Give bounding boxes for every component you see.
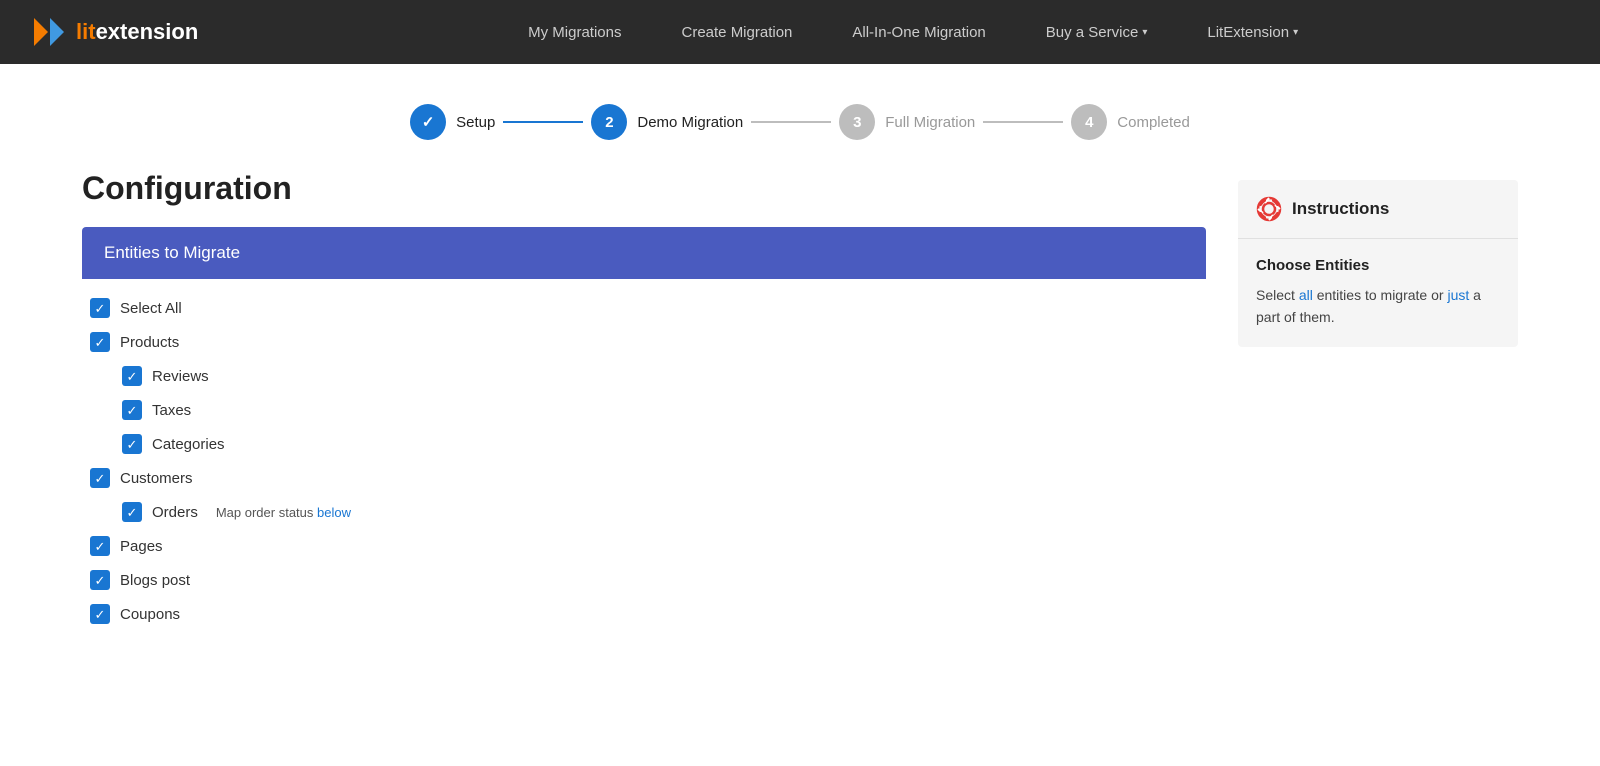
checkbox-coupons[interactable]: ✓	[90, 604, 110, 624]
highlight-all: all	[1299, 287, 1313, 303]
checkbox-products[interactable]: ✓	[90, 332, 110, 352]
step-completed: 4 Completed	[1071, 104, 1190, 140]
entity-label-categories: Categories	[152, 436, 225, 453]
check-icon: ✓	[95, 574, 106, 587]
entity-row-select-all: ✓ Select All	[82, 291, 1206, 325]
entity-label-select-all: Select All	[120, 300, 182, 317]
checkbox-customers[interactable]: ✓	[90, 468, 110, 488]
check-icon: ✓	[127, 438, 138, 451]
entity-label-reviews: Reviews	[152, 368, 209, 385]
step-circle-demo: 2	[591, 104, 627, 140]
litextension-chevron-icon: ▾	[1293, 27, 1298, 38]
checkbox-orders[interactable]: ✓	[122, 502, 142, 522]
checkbox-reviews[interactable]: ✓	[122, 366, 142, 386]
step-setup: ✓ Setup	[410, 104, 495, 140]
step-number-demo: 2	[605, 114, 613, 131]
entities-section-header: Entities to Migrate	[82, 227, 1206, 279]
entity-label-taxes: Taxes	[152, 402, 191, 419]
entity-list: ✓ Select All ✓ Products ✓ Reviews	[82, 279, 1206, 631]
nav-my-migrations[interactable]: My Migrations	[528, 24, 621, 41]
sidebar: Instructions Choose Entities Select all …	[1238, 170, 1518, 631]
entity-row-reviews: ✓ Reviews	[82, 359, 1206, 393]
check-icon: ✓	[127, 404, 138, 417]
check-icon: ✓	[127, 370, 138, 383]
logo: litextension	[32, 14, 198, 50]
step-label-full: Full Migration	[885, 114, 975, 131]
step-number-full: 3	[853, 114, 861, 131]
step-circle-setup: ✓	[410, 104, 446, 140]
instructions-subtitle: Choose Entities	[1256, 257, 1500, 274]
nav-create-migration[interactable]: Create Migration	[682, 24, 793, 41]
logo-lit: lit	[76, 19, 96, 44]
logo-text: litextension	[76, 19, 198, 45]
step-label-completed: Completed	[1117, 114, 1190, 131]
nav-buy-service[interactable]: Buy a Service ▾	[1046, 24, 1148, 41]
entity-label-products: Products	[120, 334, 179, 351]
main-nav: My Migrations Create Migration All-In-On…	[258, 24, 1568, 41]
entity-label-customers: Customers	[120, 470, 193, 487]
step-full: 3 Full Migration	[839, 104, 975, 140]
stepper: ✓ Setup 2 Demo Migration 3 Full Migratio…	[0, 64, 1600, 170]
header: litextension My Migrations Create Migrat…	[0, 0, 1600, 64]
check-icon: ✓	[127, 506, 138, 519]
entity-row-orders: ✓ Orders Map order status below	[82, 495, 1206, 529]
entity-label-coupons: Coupons	[120, 606, 180, 623]
checkbox-categories[interactable]: ✓	[122, 434, 142, 454]
connector-1	[503, 121, 583, 123]
nav-all-in-one[interactable]: All-In-One Migration	[852, 24, 985, 41]
instructions-title: Instructions	[1292, 199, 1389, 219]
content-area: Configuration Entities to Migrate ✓ Sele…	[82, 170, 1206, 631]
instructions-body: Choose Entities Select all entities to m…	[1238, 239, 1518, 347]
entity-label-blogs-post: Blogs post	[120, 572, 190, 589]
entity-row-pages: ✓ Pages	[82, 529, 1206, 563]
entity-label-pages: Pages	[120, 538, 163, 555]
step-number-setup: ✓	[422, 113, 435, 131]
step-circle-completed: 4	[1071, 104, 1107, 140]
entity-row-categories: ✓ Categories	[82, 427, 1206, 461]
highlight-just: just	[1447, 287, 1469, 303]
check-icon: ✓	[95, 302, 106, 315]
checkbox-select-all[interactable]: ✓	[90, 298, 110, 318]
checkbox-pages[interactable]: ✓	[90, 536, 110, 556]
logo-icon	[32, 14, 68, 50]
nav-litextension[interactable]: LitExtension ▾	[1207, 24, 1298, 41]
connector-3	[983, 121, 1063, 123]
entity-row-products: ✓ Products	[82, 325, 1206, 359]
step-number-completed: 4	[1085, 114, 1093, 131]
entity-label-orders: Orders	[152, 504, 198, 521]
lifesaver-icon	[1256, 196, 1282, 222]
step-label-demo: Demo Migration	[637, 114, 743, 131]
instructions-text: Select all entities to migrate or just a…	[1256, 284, 1500, 329]
map-order-status-label: Map order status below	[216, 505, 351, 520]
check-icon: ✓	[95, 608, 106, 621]
check-icon: ✓	[95, 472, 106, 485]
connector-2	[751, 121, 831, 123]
buy-service-chevron-icon: ▾	[1142, 27, 1147, 38]
entity-row-blogs-post: ✓ Blogs post	[82, 563, 1206, 597]
entity-row-taxes: ✓ Taxes	[82, 393, 1206, 427]
checkbox-blogs-post[interactable]: ✓	[90, 570, 110, 590]
checkbox-taxes[interactable]: ✓	[122, 400, 142, 420]
step-circle-full: 3	[839, 104, 875, 140]
step-label-setup: Setup	[456, 114, 495, 131]
main-content: Configuration Entities to Migrate ✓ Sele…	[50, 170, 1550, 631]
entity-row-coupons: ✓ Coupons	[82, 597, 1206, 631]
instructions-panel: Instructions Choose Entities Select all …	[1238, 180, 1518, 347]
check-icon: ✓	[95, 336, 106, 349]
map-order-status-link[interactable]: below	[317, 505, 351, 520]
check-icon: ✓	[95, 540, 106, 553]
page-title: Configuration	[82, 170, 1206, 207]
step-demo: 2 Demo Migration	[591, 104, 743, 140]
entity-row-customers: ✓ Customers	[82, 461, 1206, 495]
logo-extension: extension	[96, 19, 199, 44]
instructions-header: Instructions	[1238, 180, 1518, 239]
